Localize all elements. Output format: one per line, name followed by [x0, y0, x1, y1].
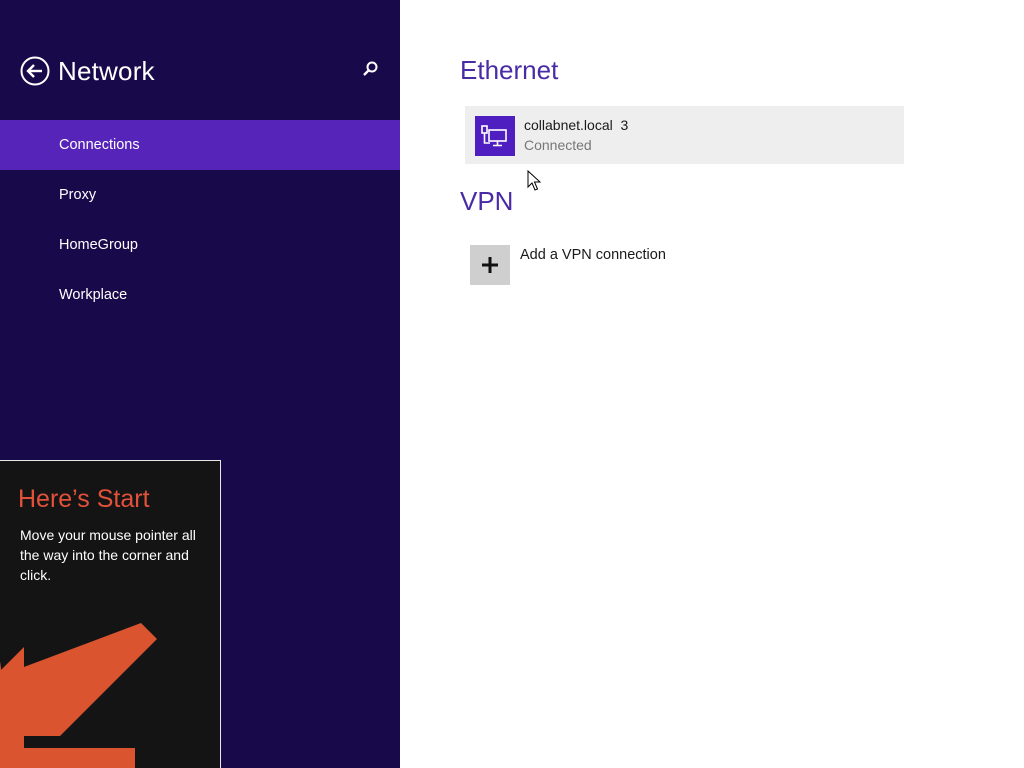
page-title: Network: [58, 55, 155, 86]
wired-network-icon: [475, 116, 515, 156]
vpn-heading: VPN: [460, 186, 514, 216]
add-vpn-label: Add a VPN connection: [520, 247, 666, 263]
back-arrow-circle-icon[interactable]: [20, 56, 50, 86]
search-icon[interactable]: [361, 60, 379, 78]
start-tip-callout[interactable]: Here’s Start Move your mouse pointer all…: [0, 460, 221, 768]
network-content-pane: Ethernet collabnet.local 3 Connected VPN: [400, 0, 1024, 768]
connection-status: Connected: [524, 137, 592, 153]
settings-nav-list: Connections Proxy HomeGroup Workplace: [0, 120, 400, 320]
arrow-down-left-icon: [0, 623, 157, 768]
sidebar-item-label: HomeGroup: [59, 237, 138, 253]
sidebar-item-connections[interactable]: Connections: [0, 120, 400, 170]
plus-icon: [470, 245, 510, 285]
ethernet-heading: Ethernet: [460, 55, 559, 85]
tip-title: Here’s Start: [18, 485, 150, 513]
mouse-cursor-icon: [527, 170, 541, 191]
pc-settings-window: Network Connections Proxy HomeGroup Work…: [0, 0, 1024, 768]
sidebar-item-label: Connections: [59, 137, 140, 153]
sidebar-item-homegroup[interactable]: HomeGroup: [0, 220, 400, 270]
add-vpn-connection-button[interactable]: Add a VPN connection: [470, 245, 666, 285]
sidebar-item-label: Workplace: [59, 287, 128, 303]
settings-sidebar: Network Connections Proxy HomeGroup Work…: [0, 0, 400, 768]
sidebar-item-proxy[interactable]: Proxy: [0, 170, 400, 220]
ethernet-connection-tile[interactable]: collabnet.local 3 Connected: [465, 106, 904, 164]
sidebar-item-label: Proxy: [59, 187, 97, 203]
sidebar-header: Network: [20, 55, 155, 87]
tip-body: Move your mouse pointer all the way into…: [20, 527, 196, 583]
connection-name: collabnet.local 3: [524, 117, 629, 133]
sidebar-item-workplace[interactable]: Workplace: [0, 270, 400, 320]
